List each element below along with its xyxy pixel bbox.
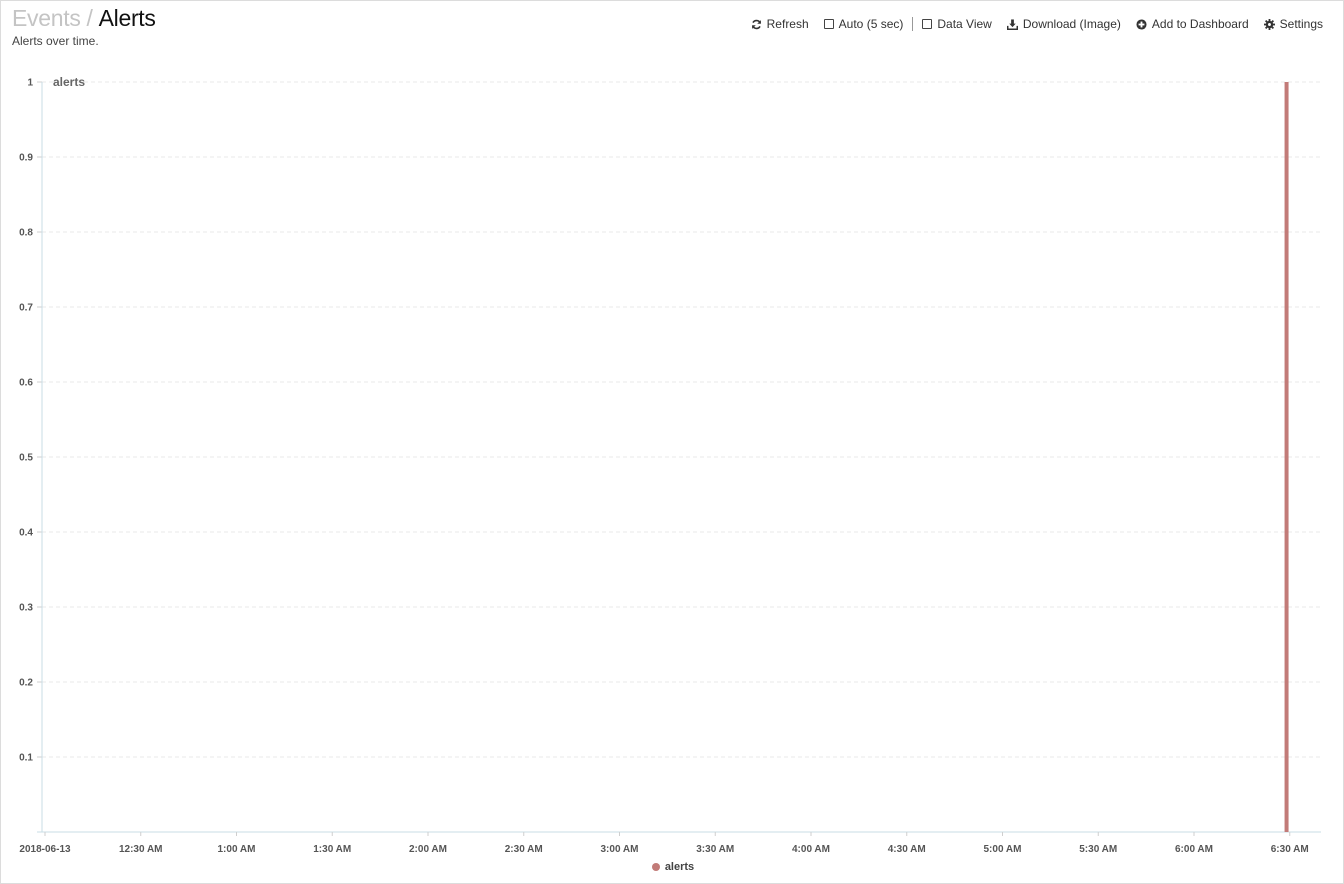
x-tick-label: 12:30 AM	[119, 844, 163, 855]
x-tick-label: 5:00 AM	[984, 844, 1022, 855]
y-tick-label: 0.9	[19, 153, 33, 164]
bar	[1284, 82, 1289, 832]
y-tick-label: 0.5	[19, 453, 33, 464]
chart-legend: alerts	[1, 861, 1344, 873]
x-tick-label: 2018-06-13	[19, 844, 71, 855]
alerts-chart: 0.1 0.2 0.3 0.4 0.5 0.6 0.7 0.8 0.9 1 2018-06-13 12…	[19, 75, 1321, 855]
x-tick-label: 3:30 AM	[696, 844, 734, 855]
y-tick-label: 0.7	[19, 303, 33, 314]
x-tick-label: 1:00 AM	[218, 844, 256, 855]
x-tick-label: 6:00 AM	[1175, 844, 1213, 855]
y-tick-label: 1	[27, 78, 33, 89]
x-tick-label: 3:00 AM	[601, 844, 639, 855]
x-tick-label: 4:30 AM	[888, 844, 926, 855]
y-tick-label: 0.3	[19, 603, 33, 614]
y-tick-label: 0.8	[19, 228, 33, 239]
series-label: alerts	[53, 75, 85, 89]
x-tick-label: 1:30 AM	[313, 844, 351, 855]
legend-swatch	[651, 862, 660, 871]
x-tick-label: 4:00 AM	[792, 844, 830, 855]
y-tick-label: 0.4	[19, 528, 33, 539]
x-tick-label: 6:30 AM	[1271, 844, 1309, 855]
x-tick-label: 2:30 AM	[505, 844, 543, 855]
x-tick-label: 5:30 AM	[1079, 844, 1117, 855]
x-tick-label: 2:00 AM	[409, 844, 447, 855]
y-tick-label: 0.2	[19, 678, 33, 689]
y-tick-label: 0.6	[19, 378, 33, 389]
y-tick-label: 0.1	[19, 753, 33, 764]
legend-label[interactable]: alerts	[665, 861, 694, 873]
